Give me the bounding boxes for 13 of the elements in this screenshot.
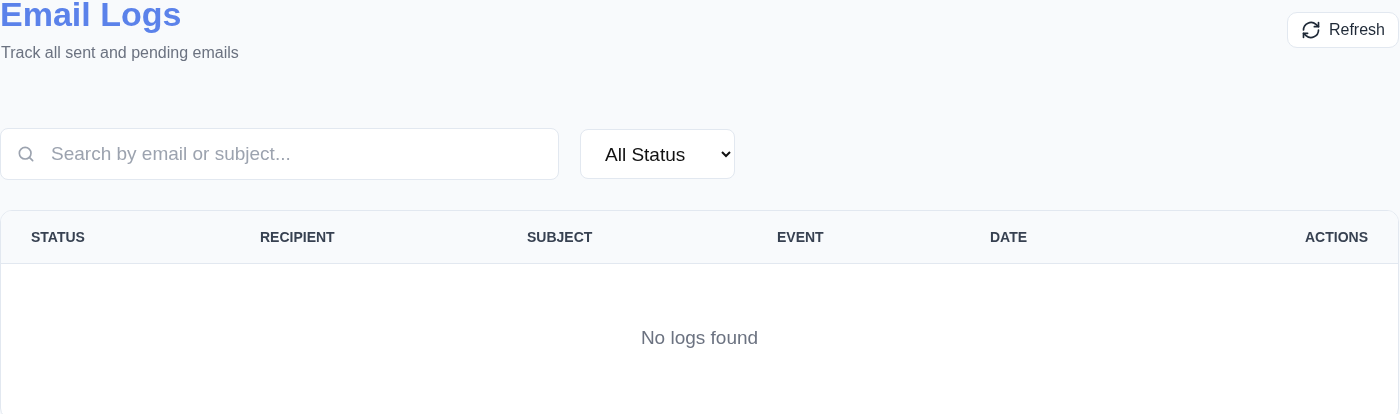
column-header: SUBJECT (527, 229, 594, 245)
refresh-button[interactable]: Refresh (1286, 12, 1399, 48)
page-subtitle: Track all sent and pending emails (1, 44, 239, 62)
column-header: RECIPIENT (260, 229, 336, 245)
status-select[interactable]: All Status (580, 129, 735, 179)
empty-message: No logs found (640, 327, 759, 348)
search-field[interactable]: Search by email or subject... (0, 128, 559, 180)
column-header: STATUS (31, 229, 86, 245)
column-header: ACTIONS (1305, 229, 1368, 245)
page-title: Email Logs (0, 0, 183, 34)
column-header: EVENT (777, 229, 825, 245)
refresh-icon (1300, 20, 1321, 40)
column-header: DATE (990, 229, 1029, 245)
